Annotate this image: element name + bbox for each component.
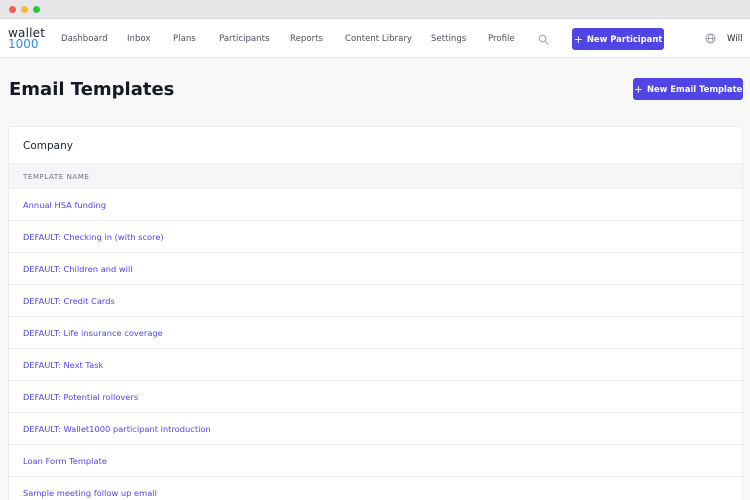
brand-logo[interactable]: wallet 1000 [8,27,45,51]
table-row: DEFAULT: Credit Cards [9,285,742,317]
template-link[interactable]: Loan Form Template [23,456,107,466]
table-row: Loan Form Template [9,445,742,477]
new-email-template-label: New Email Template [646,84,743,94]
window-titlebar [0,0,750,19]
new-participant-label: New Participant [586,34,663,44]
nav-participants[interactable]: Participants [219,34,269,44]
table-row: Annual HSA funding [9,189,742,221]
search-icon[interactable] [538,34,549,45]
company-templates-card: Company TEMPLATE NAME Annual HSA funding… [8,126,743,500]
logo-text-1000: 1000 [8,37,39,51]
table-row: DEFAULT: Wallet1000 participant introduc… [9,413,742,445]
section-title: Company [23,140,73,152]
nav-content-library[interactable]: Content Library [345,34,412,44]
nav-settings[interactable]: Settings [431,34,466,44]
table-header: TEMPLATE NAME [9,163,742,189]
table-row: DEFAULT: Potential rollovers [9,381,742,413]
user-menu[interactable]: Will [727,34,742,44]
nav-reports[interactable]: Reports [290,34,323,44]
nav-profile[interactable]: Profile [488,34,515,44]
column-header-template-name: TEMPLATE NAME [23,173,90,181]
template-link[interactable]: DEFAULT: Life insurance coverage [23,328,163,338]
template-link[interactable]: DEFAULT: Children and will [23,264,133,274]
template-link[interactable]: DEFAULT: Checking in (with score) [23,232,164,242]
nav-inbox[interactable]: Inbox [127,34,151,44]
new-email-template-button[interactable]: + New Email Template [633,78,743,100]
nav-plans[interactable]: Plans [173,34,196,44]
table-row: DEFAULT: Next Task [9,349,742,381]
template-link[interactable]: DEFAULT: Credit Cards [23,296,115,306]
plus-icon: + [633,82,643,96]
templates-list: Annual HSA funding DEFAULT: Checking in … [9,189,742,500]
table-row: DEFAULT: Checking in (with score) [9,221,742,253]
top-navbar: wallet 1000 Dashboard Inbox Plans Partic… [0,19,750,58]
template-link[interactable]: Sample meeting follow up email [23,488,157,498]
table-row: Sample meeting follow up email [9,477,742,500]
new-participant-button[interactable]: + New Participant [572,28,664,50]
window-maximize-button[interactable] [33,6,40,13]
window-minimize-button[interactable] [21,6,28,13]
nav-dashboard[interactable]: Dashboard [61,34,108,44]
template-link[interactable]: DEFAULT: Potential rollovers [23,392,138,402]
page-title: Email Templates [9,79,175,100]
globe-icon[interactable] [705,33,716,44]
template-link[interactable]: Annual HSA funding [23,200,106,210]
table-row: DEFAULT: Children and will [9,253,742,285]
template-link[interactable]: DEFAULT: Wallet1000 participant introduc… [23,424,211,434]
template-link[interactable]: DEFAULT: Next Task [23,360,103,370]
window-close-button[interactable] [9,6,16,13]
plus-icon: + [573,32,583,46]
table-row: DEFAULT: Life insurance coverage [9,317,742,349]
